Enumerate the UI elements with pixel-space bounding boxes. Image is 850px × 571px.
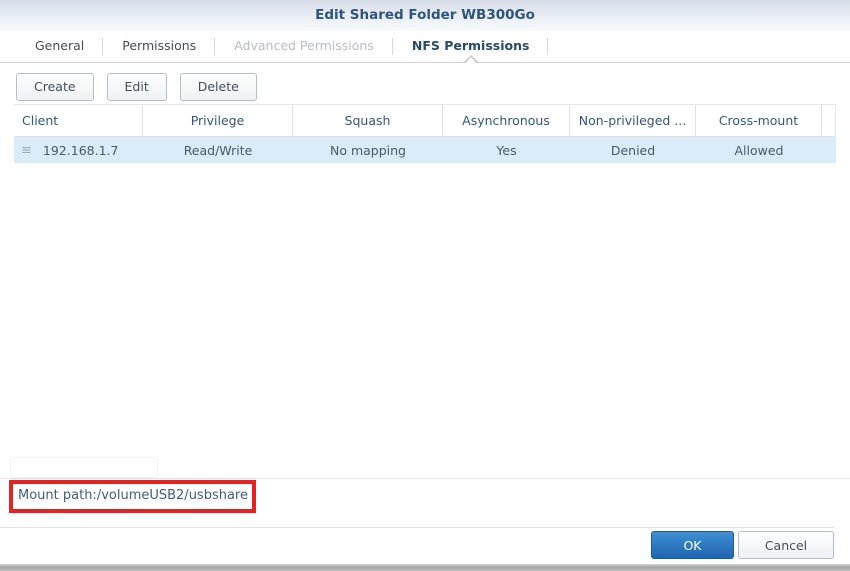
tab-general[interactable]: General xyxy=(16,31,103,62)
cell-cross-mount: Allowed xyxy=(696,143,822,158)
tab-permissions-label: Permissions xyxy=(122,38,196,53)
mount-path-divider xyxy=(0,478,850,479)
mount-path-label: Mount path:/volumeUSB2/usbshare xyxy=(18,488,248,503)
cell-asynchronous: Yes xyxy=(443,143,570,158)
create-button[interactable]: Create xyxy=(16,73,94,101)
cell-squash: No mapping xyxy=(293,143,443,158)
nfs-toolbar: Create Edit Delete xyxy=(16,73,266,101)
column-header-privilege[interactable]: Privilege xyxy=(143,105,293,137)
tab-nfs-permissions-label: NFS Permissions xyxy=(412,38,530,53)
delete-button[interactable]: Delete xyxy=(180,73,257,101)
tabs-underline xyxy=(0,62,850,63)
client-value: 192.168.1.7 xyxy=(43,143,119,158)
column-header-client[interactable]: Client xyxy=(14,105,143,137)
column-header-non-privileged[interactable]: Non-privileged ... xyxy=(570,105,696,137)
table-header-row: Client Privilege Squash Asynchronous Non… xyxy=(14,105,836,137)
edit-button[interactable]: Edit xyxy=(107,73,167,101)
dialog-bottom-edge xyxy=(0,564,850,571)
tab-bar: General Permissions Advanced Permissions… xyxy=(16,31,548,62)
faint-ghost-box xyxy=(10,457,158,478)
tab-nfs-permissions[interactable]: NFS Permissions xyxy=(393,31,549,62)
ok-button[interactable]: OK xyxy=(651,531,734,559)
column-header-gutter xyxy=(822,105,836,137)
dialog-title: Edit Shared Folder WB300Go xyxy=(0,0,850,30)
cancel-button[interactable]: Cancel xyxy=(738,531,834,559)
nfs-rules-table: Client Privilege Squash Asynchronous Non… xyxy=(14,104,836,163)
column-header-asynchronous[interactable]: Asynchronous xyxy=(443,105,570,137)
cell-client: ≡ 192.168.1.7 xyxy=(14,143,143,158)
tab-permissions[interactable]: Permissions xyxy=(103,31,215,62)
active-tab-caret-icon xyxy=(465,57,477,64)
column-header-squash[interactable]: Squash xyxy=(293,105,443,137)
cell-non-privileged: Denied xyxy=(570,143,696,158)
tab-advanced-permissions: Advanced Permissions xyxy=(215,31,393,62)
footer-divider xyxy=(0,527,834,528)
drag-handle-icon[interactable]: ≡ xyxy=(21,143,32,158)
tab-advanced-permissions-label: Advanced Permissions xyxy=(234,38,374,53)
cell-privilege: Read/Write xyxy=(143,143,293,158)
dialog-header: Edit Shared Folder WB300Go xyxy=(0,0,850,31)
column-header-cross-mount[interactable]: Cross-mount xyxy=(696,105,822,137)
tab-general-label: General xyxy=(35,38,84,53)
table-row[interactable]: ≡ 192.168.1.7 Read/Write No mapping Yes … xyxy=(14,137,836,163)
